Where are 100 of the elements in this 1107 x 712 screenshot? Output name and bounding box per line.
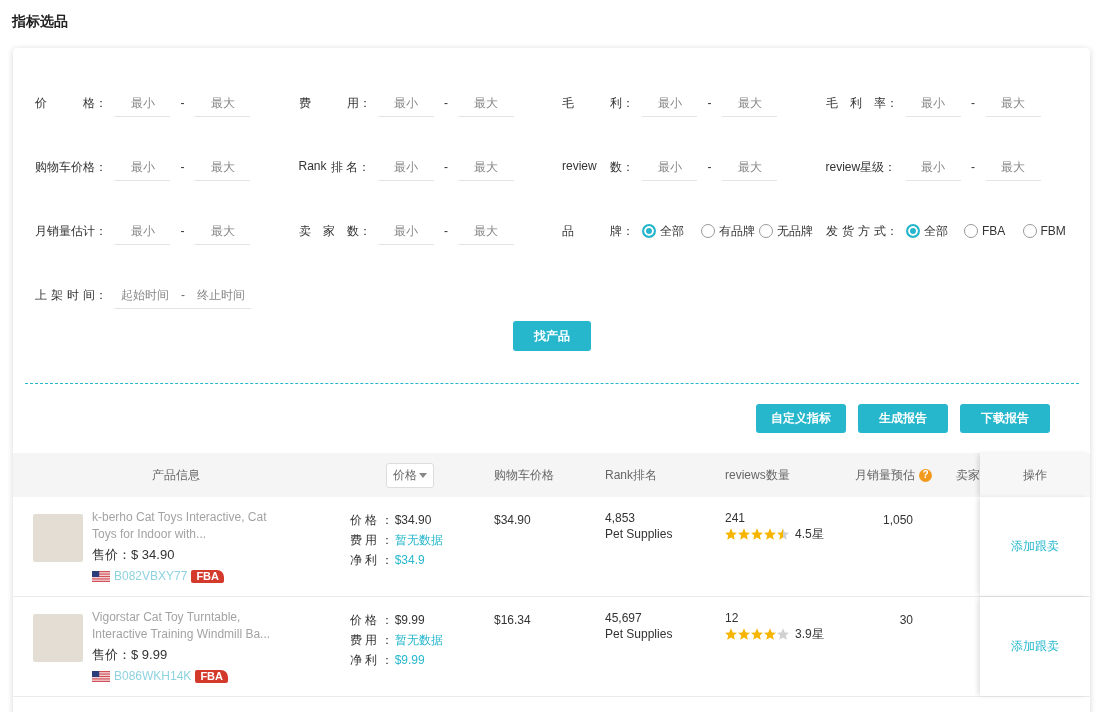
category-name: Pet Supplies [605,526,673,542]
min-input[interactable]: 最小 [378,89,434,117]
range-separator: - [179,160,186,174]
filter-label: review星级： [825,158,898,176]
rating-text: 3.9星 [795,626,824,642]
product-title[interactable]: k-berho Cat Toys Interactive, Cat Toys for Indoor with... [92,509,282,543]
range-separator: - [179,96,186,110]
detail-label: 费 用 ： [350,533,393,547]
page-title: 指标选品 [10,12,68,30]
monthly-sales: 1,050 [882,513,913,527]
filter-label: 上 架 时 间： [35,286,107,304]
max-input[interactable]: 最大 [458,89,514,117]
radio-icon[interactable] [759,224,773,238]
range-separator: - [706,96,713,110]
radio-option[interactable]: FBM [1022,224,1081,238]
filter-label: Rank 排 名： [298,158,371,176]
range-separator: - [443,96,449,110]
report-button[interactable]: 生成报告 [858,404,948,433]
radio-icon[interactable] [700,224,715,238]
detail-label: 价 格 ： [350,513,393,527]
radio-option[interactable]: FBA [964,224,1023,238]
column-header: 产品信息 [151,466,200,484]
radio-icon[interactable] [1022,224,1037,238]
detail-value: $34.90 [394,513,432,527]
follow-sell-link[interactable]: 添加跟卖 [1011,538,1059,555]
max-input[interactable]: 最大 [458,153,514,181]
min-input[interactable]: 最小 [642,153,697,181]
star-icon [725,628,737,640]
star-icon [738,628,750,640]
max-input[interactable]: 最大 [722,89,777,117]
max-input[interactable]: 最大 [722,153,777,181]
radio-icon[interactable] [905,224,920,238]
detail-value: $9.99 [394,613,425,627]
max-input[interactable]: 最大 [195,89,250,117]
column-header: 卖家 [956,466,980,484]
end-date-input[interactable]: 终止时间 [191,281,251,309]
photo-placeholder [33,514,83,562]
photo-placeholder [33,614,83,662]
product-title[interactable]: Vigorstar Cat Toy Turntable, Interactive Training Windmill Ba... [92,609,282,643]
column-header: reviews数量 [725,466,790,484]
radio-option[interactable]: 全部 [905,222,964,240]
max-input[interactable]: 最大 [195,153,250,181]
sale-price: 售价：$ 34.90 [92,546,175,564]
filter-label: 购物车价格： [35,158,107,176]
cart-price: $16.34 [494,613,531,627]
radio-option[interactable]: 无品牌 [759,222,818,240]
star-icon [751,628,763,640]
start-date-input[interactable]: 起始时间 [115,281,175,309]
rank-value: 45,697 [605,610,642,626]
star-icon [777,628,789,640]
asin-link[interactable]: B082VBXY77 [114,569,188,583]
star-icon [738,528,750,540]
caret-down-icon [419,472,427,478]
asin-link[interactable]: B086WKH14K [114,669,192,683]
filter-label: 发 货 方 式： [825,222,898,240]
follow-sell-link[interactable]: 添加跟卖 [1011,638,1059,655]
max-input[interactable]: 最大 [458,217,514,245]
radio-icon[interactable] [964,224,978,238]
detail-value: 暂无数据 [394,633,443,647]
detail-value: $9.99 [394,653,425,667]
min-input[interactable]: 最小 [905,89,961,117]
column-header: Rank排名 [605,466,657,484]
star-icon [764,628,776,640]
category-name: Pet Supplies [605,626,673,642]
min-input[interactable]: 最小 [115,89,170,117]
flag-icon [92,670,110,682]
radio-option[interactable]: 全部 [642,222,701,240]
detail-label: 价 格 ： [350,613,393,627]
min-input[interactable]: 最小 [115,217,170,245]
search-button[interactable]: 找产品 [512,321,591,351]
rating-text: 4.5星 [795,526,824,542]
report-button[interactable]: 自定义指标 [756,404,846,433]
filter-label: review 数： [562,158,634,176]
filter-label: 毛 利： [562,94,634,112]
min-input[interactable]: 最小 [642,89,697,117]
range-separator: - [179,224,186,238]
range-separator: - [706,160,713,174]
column-header: 操作 [980,453,1090,497]
filter-label: 毛 利 率： [825,94,898,112]
review-count: 241 [725,510,746,526]
radio-icon[interactable] [642,224,656,238]
range-separator: - [443,224,449,238]
detail-value: 暂无数据 [394,533,443,547]
max-input[interactable]: 最大 [195,217,250,245]
filter-label: 价 格： [35,94,107,112]
sort-button[interactable]: 价格 [386,462,434,488]
max-input[interactable]: 最大 [985,89,1041,117]
report-button[interactable]: 下载报告 [960,404,1050,433]
filter-label: 费 用： [298,94,371,112]
min-input[interactable]: 最小 [905,153,961,181]
range-separator: - [970,160,976,174]
detail-label: 净 利 ： [350,553,393,567]
max-input[interactable]: 最大 [985,153,1041,181]
radio-option[interactable]: 有品牌 [700,222,759,240]
min-input[interactable]: 最小 [115,153,170,181]
min-input[interactable]: 最小 [378,217,434,245]
star-icon [751,528,763,540]
date-separator: - [175,281,191,309]
min-input[interactable]: 最小 [378,153,434,181]
help-icon[interactable]: ? [919,468,932,482]
